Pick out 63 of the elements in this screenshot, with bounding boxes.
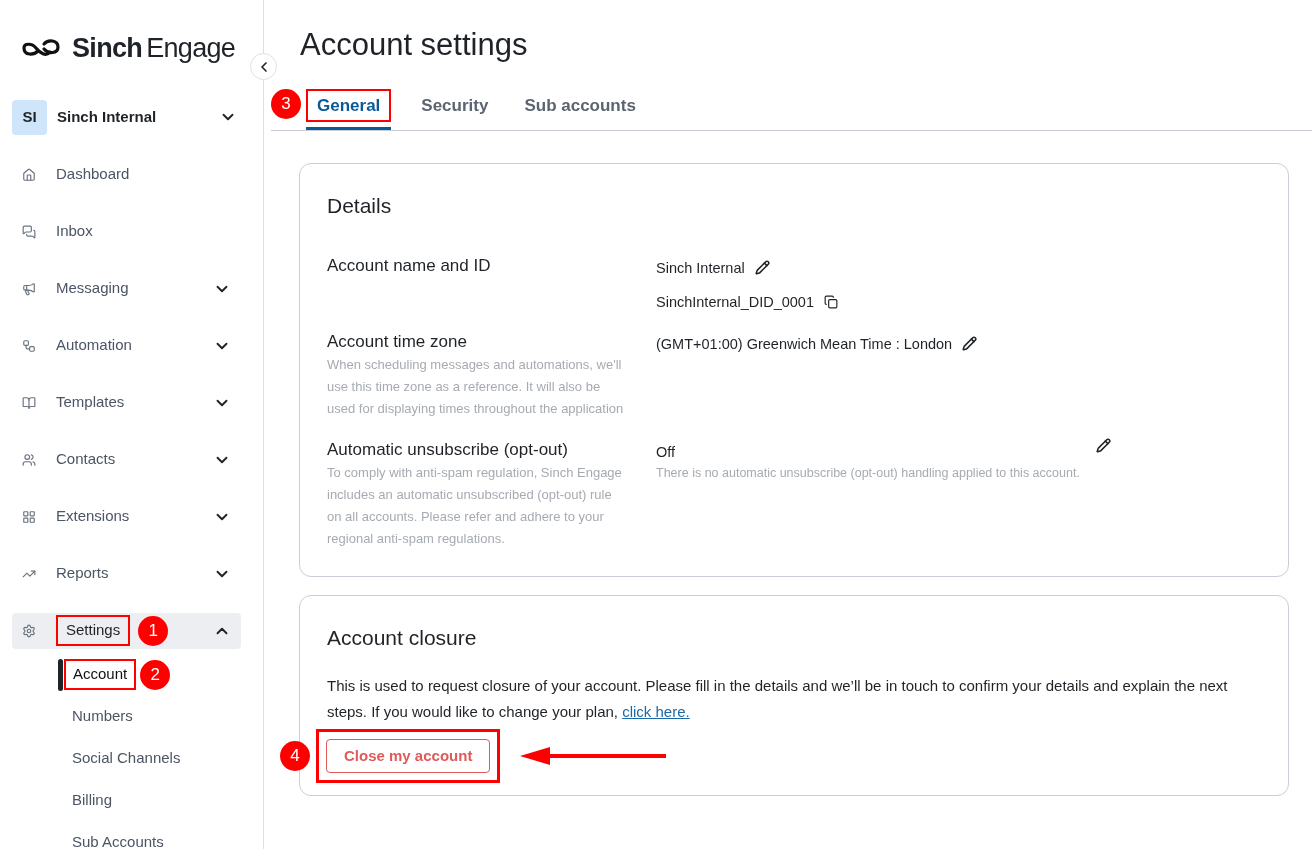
sidebar-item[interactable]: Reports — [12, 555, 241, 592]
sidebar-item[interactable]: Messaging — [12, 270, 241, 307]
sidebar-subitem[interactable]: Numbers — [72, 705, 133, 728]
copy-icon[interactable] — [824, 294, 838, 309]
account-avatar: SI — [12, 99, 47, 135]
sidebar-label: Templates — [56, 392, 125, 413]
collapse-button[interactable] — [250, 53, 277, 80]
edit-icon[interactable] — [962, 336, 978, 351]
card-title: Account closure — [327, 624, 478, 651]
setting-value: Sinch Internal — [656, 258, 745, 278]
people-icon — [22, 452, 36, 467]
change-plan-link[interactable]: click here. — [622, 703, 690, 720]
sidebar-label: Reports — [56, 563, 109, 584]
sidebar-label: Extensions — [56, 506, 130, 527]
sidebar-subitem[interactable]: Account — [64, 659, 137, 690]
setting-description: To comply with anti-spam regulation, Sinch Engage includes an automatic unsubscribed (opt-out) rule on all accounts. Please refer and adhere to your regional anti-spam regulations. — [327, 463, 623, 548]
sidebar-item[interactable]: Inbox — [12, 213, 241, 250]
sidebar-subitem[interactable]: Sub Accounts — [72, 831, 164, 849]
setting-value: (GMT+01:00) Greenwich Mean Time : London — [656, 334, 953, 354]
sidebar-item[interactable]: Dashboard — [12, 156, 241, 193]
grid-icon — [22, 509, 36, 524]
setting-value: SinchInternal_DID_0001 — [656, 292, 814, 312]
megaphone-icon — [22, 281, 36, 296]
card-title: Details — [327, 193, 393, 219]
callout-number: 4 — [280, 741, 310, 771]
edit-icon[interactable] — [754, 260, 770, 275]
product-name: Engage — [146, 32, 236, 65]
chat-bubbles-icon — [22, 224, 36, 239]
callout-number: 1 — [138, 615, 169, 646]
sidebar-label: Settings — [56, 615, 131, 646]
setting-label: Account time zone — [327, 330, 468, 353]
gear-icon — [22, 623, 36, 638]
sidebar-subitem[interactable]: Social Channels — [72, 747, 181, 770]
setting-description: When scheduling messages and automations, we'll use this time zone as a reference. It will also be used for displaying times throughout the application — [327, 355, 625, 418]
setting-note: There is no automatic unsubscribe (opt-out) handling applied to this account. — [656, 464, 1080, 482]
setting-label: Automatic unsubscribe (opt-out) — [327, 438, 569, 461]
tab[interactable]: Sub accounts — [518, 84, 642, 130]
sidebar-item[interactable]: Templates — [12, 384, 241, 421]
sidebar-label: Contacts — [56, 449, 116, 470]
home-icon — [22, 167, 36, 182]
closure-description: This is used to request closure of your account. Please fill in the details and we’ll be in touch to confirm your details and explain the next steps. If you would like to change your plan, click here. — [327, 676, 1229, 722]
sidebar-label: Inbox — [56, 221, 93, 242]
edit-icon[interactable] — [1095, 437, 1111, 453]
sidebar-item[interactable]: Automation — [12, 327, 241, 364]
brand-name: Sinch — [72, 32, 143, 65]
account-name: Sinch Internal — [57, 106, 158, 127]
sidebar-item[interactable]: Settings 1 — [12, 612, 241, 649]
tab[interactable]: Security — [415, 84, 495, 130]
callout-number: 2 — [140, 659, 171, 690]
sidebar-item[interactable]: Extensions — [12, 498, 241, 535]
callout-number: 3 — [271, 89, 301, 119]
setting-value: Off — [656, 442, 676, 462]
setting-label: Account name and ID — [327, 254, 492, 277]
page-title: Account settings — [300, 26, 529, 64]
account-switcher[interactable]: SI Sinch Internal — [12, 99, 241, 135]
sidebar-item[interactable]: Contacts — [12, 441, 241, 478]
sidebar-subitem[interactable]: Billing — [72, 789, 113, 812]
flow-icon — [22, 338, 36, 353]
close-account-button[interactable]: Close my account — [326, 739, 491, 773]
sidebar-label: Dashboard — [56, 164, 130, 185]
sidebar-label: Automation — [56, 335, 132, 356]
sidebar-label: Messaging — [56, 278, 129, 299]
book-icon — [22, 395, 36, 410]
